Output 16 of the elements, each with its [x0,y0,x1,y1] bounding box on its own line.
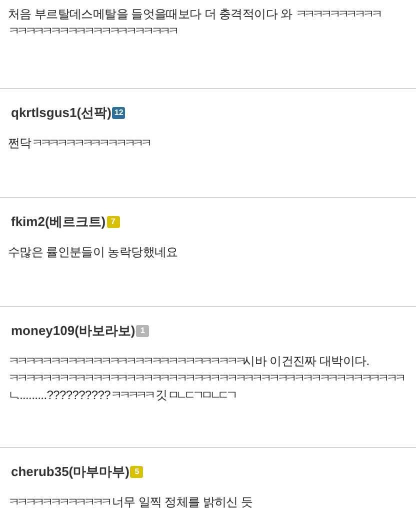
comment-text: ㅋㅋㅋㅋㅋㅋㅋㅋㅋㅋㅋㅋㅋㅋㅋㅋㅋㅋㅋㅋㅋㅋㅋㅋㅋㅋㅋㅋㅋㅋㅋㅋㅋㅋㅋㅋㅋㅋㅋㅋㅋㅋㅋㅋㅋㅋㅋ [8,370,404,386]
level-badge: 1 [136,324,150,337]
comment-text: ㄴ..........??????????ㅋㅋㅋㅋㅋ 깃ㅁㄴㄷㄱㅁㄴㄷㄱ [8,386,236,404]
author-name: fkim2(베르크트) [11,213,106,231]
level-badge: 5 [130,466,144,478]
author-name: qkrtlsgus1(선팍) [11,104,112,122]
comment-text: 처음 부르탈데스메탈을 들엇을때보다 더 충격적이다 와 ㅋㅋㅋㅋㅋㅋㅋㅋㅋㅋ [8,6,381,23]
comment-text: ㅋㅋㅋㅋㅋㅋㅋㅋㅋㅋㅋㅋㅋㅋㅋㅋㅋㅋㅋㅋ [8,23,178,40]
level-badge: 12 [112,106,126,119]
author-name: money109(바보라보) [11,322,136,340]
comment-text: 쩐닥ㅋㅋㅋㅋㅋㅋㅋㅋㅋㅋㅋㅋㅋㅋ [8,134,151,152]
comment-text: ㅋㅋㅋㅋㅋㅋㅋㅋㅋㅋㅋㅋㅋㅋㅋㅋㅋㅋㅋㅋㅋㅋㅋㅋㅋㅋㅋㅋ시바 이건진짜 대박이다. [8,352,370,370]
level-badge: 7 [106,216,120,228]
author-name: cherub35(마부마부) [11,463,130,481]
comment-text: ㅋㅋㅋㅋㅋㅋㅋㅋㅋㅋㅋㅋ 너무 일찍 정체를 밝히신 듯 [8,494,254,510]
comment-text: 수많은 률인분들이 농락당했네요 [8,244,179,260]
